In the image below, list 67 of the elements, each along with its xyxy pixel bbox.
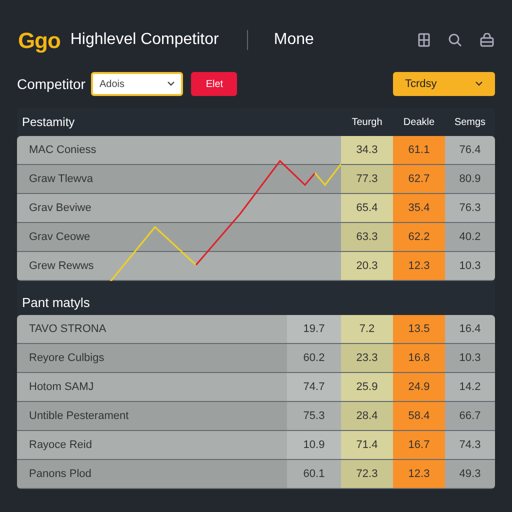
table-cell: 12.3	[393, 252, 445, 280]
lock-icon[interactable]	[480, 33, 494, 47]
table-cell: 62.7	[393, 165, 445, 193]
table-cell: 60.2	[287, 344, 341, 372]
row-label: Grew Rewws	[17, 252, 341, 280]
table-cell: 25.9	[341, 373, 393, 401]
row-label: Grav Ceowe	[17, 223, 341, 251]
filter-label: Competitor	[17, 74, 86, 94]
table-cell: 74.7	[287, 373, 341, 401]
section-title: Pant matyls	[21, 294, 91, 312]
column-header: Deakle	[402, 116, 436, 130]
table-cell: 10.3	[445, 344, 495, 372]
row-label: Graw Tlewva	[17, 165, 341, 193]
table-cell: 61.1	[393, 136, 445, 164]
table-cell: 19.7	[287, 315, 341, 343]
table-cell: 28.4	[341, 402, 393, 430]
table-cell: 62.2	[393, 223, 445, 251]
table-cell: 14.2	[445, 373, 495, 401]
logo: Ggo	[18, 26, 60, 55]
table-cell: 80.9	[445, 165, 495, 193]
table-cell: 58.4	[393, 402, 445, 430]
table-cell: 49.3	[445, 460, 495, 488]
table-cell: 65.4	[341, 194, 393, 222]
table-cell: 34.3	[341, 136, 393, 164]
table-cell: 35.4	[393, 194, 445, 222]
table-cell: 76.4	[445, 136, 495, 164]
table-cell: 13.5	[393, 315, 445, 343]
column-header: Pestamity	[21, 114, 76, 131]
table-cell: 76.3	[445, 194, 495, 222]
table-cell: 66.7	[445, 402, 495, 430]
table-cell: 24.9	[393, 373, 445, 401]
table-cell: 75.3	[287, 402, 341, 430]
table-cell: 7.2	[341, 315, 393, 343]
table-cell: 71.4	[341, 431, 393, 459]
table-cell: 16.7	[393, 431, 445, 459]
table-cell: 74.3	[445, 431, 495, 459]
row-label: MAC Coniess	[17, 136, 341, 164]
table-cell: 20.3	[341, 252, 393, 280]
table-cell: 10.3	[445, 252, 495, 280]
row-label: Panons Plod	[17, 460, 287, 488]
table-cell: 12.3	[393, 460, 445, 488]
table-cell: 77.3	[341, 165, 393, 193]
table-cell: 10.9	[287, 431, 341, 459]
row-label: Hotom SAMJ	[17, 373, 287, 401]
caret-icon	[475, 81, 483, 87]
caret-icon	[167, 81, 176, 87]
table-cell: 72.3	[341, 460, 393, 488]
table-cell: 60.1	[287, 460, 341, 488]
column-header: Semgs	[453, 116, 487, 130]
action-button[interactable]: Elet	[191, 72, 238, 96]
table-cell: 16.4	[445, 315, 495, 343]
competitor-select[interactable]: Adois	[91, 72, 184, 96]
row-label: TAVO STRONA	[17, 315, 287, 343]
row-label: Reyore Culbigs	[17, 344, 287, 372]
search-icon[interactable]	[448, 33, 462, 47]
nav-link[interactable]: Mone	[274, 28, 314, 52]
row-label: Untible Pesterament	[17, 402, 287, 430]
table-cell: 23.3	[341, 344, 393, 372]
table-cell: 40.2	[445, 223, 495, 251]
period-dropdown[interactable]: Tcrdsy	[393, 72, 495, 96]
row-label: Rayoce Reid	[17, 431, 287, 459]
table-cell: 16.8	[393, 344, 445, 372]
app-title: Highlevel Competitor	[70, 30, 219, 50]
grid-icon[interactable]	[418, 33, 430, 47]
column-header: Teurgh	[350, 116, 384, 130]
table-cell: 63.3	[341, 223, 393, 251]
row-label: Grav Beviwe	[17, 194, 341, 222]
